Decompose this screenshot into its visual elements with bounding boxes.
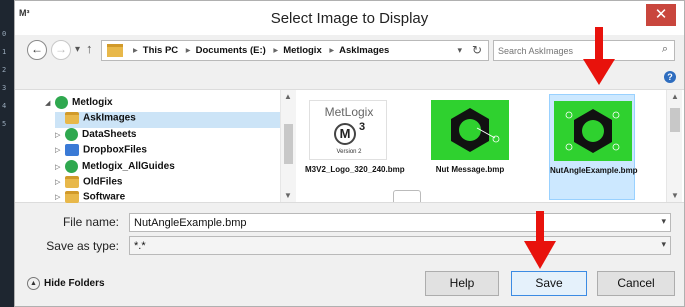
file-name-label: File name: [62, 215, 119, 229]
tree-item-metlogix-allguides[interactable]: ▷ Metlogix_AllGuides [55, 160, 175, 176]
dropbox-icon [65, 144, 79, 156]
content-area: ◢ Metlogix AskImages ▷ DataSheets ▷ Dropbox… [15, 89, 684, 203]
scroll-up-icon[interactable]: ▲ [671, 92, 679, 101]
nut-angle-thumbnail [554, 101, 632, 161]
refresh-icon[interactable]: ↻ [472, 43, 482, 57]
logo-wordmark: MetLogix [324, 105, 374, 119]
search-icon: ⌕ [661, 43, 668, 55]
save-as-type-label: Save as type: [46, 239, 119, 253]
file-item[interactable]: MetLogix M 3 Version 2 M3V2_Logo_320_240… [305, 94, 405, 200]
chevron-down-icon[interactable]: ▾ [661, 216, 666, 227]
collapsed-arrow-icon[interactable]: ▷ [55, 163, 65, 171]
logo-superscript: 3 [359, 121, 366, 133]
hide-folders-toggle[interactable]: ▲ Hide Folders [27, 277, 105, 290]
breadcrumb-askimages[interactable]: AskImages [339, 45, 389, 56]
cancel-button[interactable]: Cancel [597, 271, 675, 296]
green-circle-icon [55, 96, 68, 109]
tree-scrollbar[interactable]: ▲ ▼ [280, 90, 296, 202]
scroll-down-icon[interactable]: ▼ [284, 191, 292, 200]
files-scrollbar[interactable]: ▲ ▼ [666, 90, 682, 202]
select-image-dialog: M³ Select Image to Display ✕ ← → ▾ ↑ ▸ Th… [14, 0, 685, 307]
address-dropdown-icon[interactable]: ▾ [457, 45, 462, 56]
folder-icon [65, 176, 79, 188]
breadcrumb-documents[interactable]: Documents (E:) [196, 45, 266, 56]
green-circle-icon [65, 160, 78, 173]
collapsed-arrow-icon[interactable]: ▷ [55, 178, 65, 186]
folder-icon [107, 44, 123, 57]
tree-item-datasheets[interactable]: ▷ DataSheets [55, 128, 136, 144]
address-bar[interactable]: ▸ This PC ▸ Documents (E:) ▸ Metlogix ▸ AskI… [101, 40, 489, 61]
scroll-up-icon[interactable]: ▲ [284, 92, 292, 101]
search-input[interactable] [498, 44, 648, 58]
scroll-thumb[interactable] [670, 108, 680, 132]
scroll-thumb[interactable] [284, 124, 293, 164]
file-list: MetLogix M 3 Version 2 M3V2_Logo_320_240… [297, 90, 664, 202]
chevron-up-icon: ▲ [27, 277, 40, 290]
file-name: NutAngleExample.bmp [550, 166, 638, 175]
recent-locations-chevron-icon[interactable]: ▾ [75, 44, 80, 55]
navigation-tree: ◢ Metlogix AskImages ▷ DataSheets ▷ Dropbox… [15, 90, 281, 203]
save-button[interactable]: Save [511, 271, 587, 296]
file-item-selected[interactable]: NutAngleExample.bmp [549, 94, 638, 200]
folder-icon [65, 191, 79, 203]
save-as-type-select[interactable]: ▾ [129, 236, 671, 255]
annotation-arrow-icon [583, 27, 615, 85]
save-as-type-value[interactable] [134, 239, 644, 252]
tree-item-askimages[interactable]: AskImages [55, 112, 281, 128]
help-button[interactable]: Help [425, 271, 499, 296]
tree-item-metlogix[interactable]: ◢ Metlogix [45, 96, 113, 112]
file-name: M3V2_Logo_320_240.bmp [305, 165, 405, 174]
collapsed-arrow-icon[interactable]: ▷ [55, 146, 65, 154]
file-name-field[interactable]: ▾ [129, 213, 671, 232]
back-button[interactable]: ← [27, 40, 47, 60]
up-arrow-icon[interactable]: ↑ [86, 41, 93, 56]
collapsed-arrow-icon[interactable]: ▷ [55, 131, 65, 139]
file-item[interactable]: Nut Message.bmp [427, 94, 513, 200]
tree-item-software[interactable]: ▷ Software [55, 191, 125, 207]
logo-version: Version 2 [336, 149, 362, 155]
metlogix-logo-thumbnail: MetLogix M 3 Version 2 [309, 100, 387, 160]
scroll-down-icon[interactable]: ▼ [671, 191, 679, 200]
tree-item-dropboxfiles[interactable]: ▷ DropboxFiles [55, 144, 147, 160]
breadcrumb-this-pc[interactable]: This PC [143, 45, 178, 56]
green-circle-icon [65, 128, 78, 141]
annotation-arrow-icon [524, 211, 556, 269]
dialog-title: Select Image to Display [270, 10, 429, 27]
collapsed-arrow-icon[interactable]: ▷ [55, 193, 65, 201]
background-window-strip: 012345 [0, 0, 14, 307]
help-icon[interactable]: ? [664, 71, 676, 83]
forward-button[interactable]: → [51, 40, 71, 60]
file-name: Nut Message.bmp [435, 165, 505, 174]
logo-mark: M [334, 123, 356, 145]
nut-thumbnail [431, 100, 509, 160]
expanded-arrow-icon[interactable]: ◢ [45, 99, 55, 107]
chevron-down-icon[interactable]: ▾ [661, 239, 666, 250]
folder-icon [65, 112, 79, 124]
partial-file-icon [393, 190, 421, 202]
file-name-input[interactable] [134, 216, 644, 229]
close-button[interactable]: ✕ [646, 4, 676, 26]
tree-item-oldfiles[interactable]: ▷ OldFiles [55, 176, 122, 192]
breadcrumb: ▸ This PC ▸ Documents (E:) ▸ Metlogix ▸ AskI… [133, 45, 390, 56]
breadcrumb-metlogix[interactable]: Metlogix [283, 45, 322, 56]
